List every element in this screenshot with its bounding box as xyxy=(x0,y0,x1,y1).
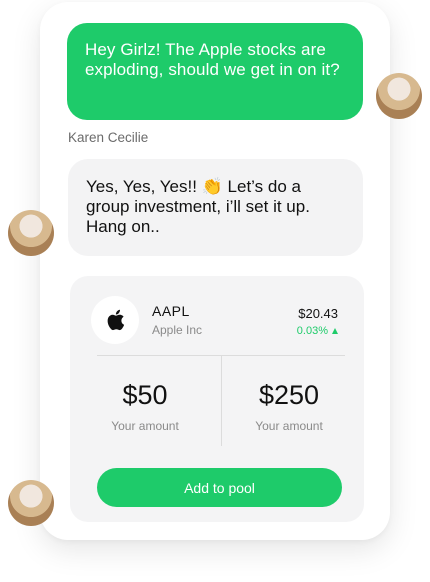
price-change: 0.03% xyxy=(297,325,338,337)
amount-label: Your amount xyxy=(111,419,179,433)
amount-option-50[interactable]: $50 Your amount xyxy=(85,380,205,433)
avatar[interactable] xyxy=(376,73,422,119)
stock-price: $20.43 xyxy=(298,306,338,321)
add-to-pool-button[interactable]: Add to pool xyxy=(97,468,342,507)
amount-label: Your amount xyxy=(255,419,323,433)
company-name: Apple Inc xyxy=(152,323,203,337)
received-message-bubble: Yes, Yes, Yes!! 👏 Let’s do a group inves… xyxy=(68,159,363,256)
price-change-value: 0.03% xyxy=(296,325,328,337)
amount-option-250[interactable]: $250 Your amount xyxy=(229,380,349,433)
stock-card: AAPL Apple Inc $20.43 0.03% $50 Your amo… xyxy=(70,276,364,522)
amount-value: $50 xyxy=(122,380,168,410)
avatar[interactable] xyxy=(8,210,54,256)
sender-name: Karen Cecilie xyxy=(68,130,149,145)
sent-message-bubble: Hey Girlz! The Apple stocks are explodin… xyxy=(67,23,363,120)
divider xyxy=(221,356,222,446)
triangle-up-icon xyxy=(332,328,338,334)
avatar[interactable] xyxy=(8,480,54,526)
amount-value: $250 xyxy=(258,380,320,410)
apple-logo-icon xyxy=(91,296,139,344)
stock-ticker: AAPL xyxy=(152,303,190,319)
